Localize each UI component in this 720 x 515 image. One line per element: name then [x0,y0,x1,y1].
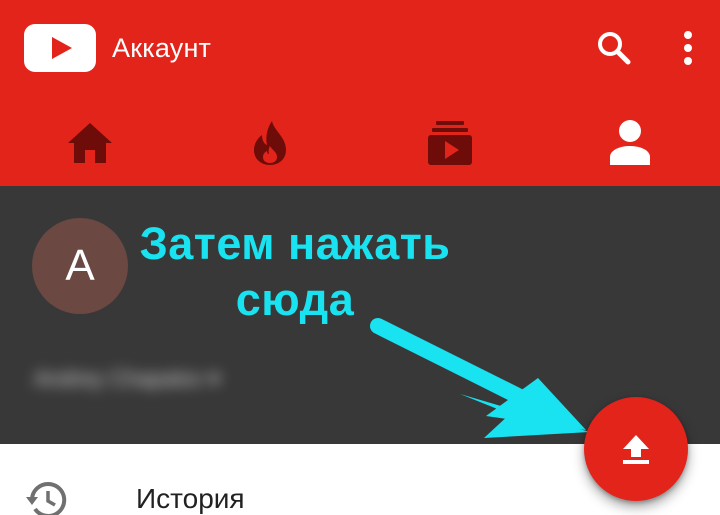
upload-button[interactable] [584,397,688,501]
annotation-arrow-icon [370,318,590,438]
subscriptions-icon [428,121,472,165]
youtube-account-screen: Аккаунт A Andrey Chapalov ▾ Затем нажать… [0,0,720,515]
tab-account[interactable] [540,100,720,186]
history-label: История [136,483,245,514]
app-bar: Аккаунт [0,0,720,186]
more-options-button[interactable] [664,24,712,72]
app-title: Аккаунт [112,33,212,63]
tab-trending[interactable] [180,100,360,186]
more-vert-icon [684,31,692,65]
youtube-logo-icon [24,24,96,72]
annotation-line-1: Затем нажать [139,218,451,269]
tab-home[interactable] [0,100,180,186]
account-name-switcher[interactable]: Andrey Chapalov ▾ [34,366,220,392]
search-button[interactable] [590,24,638,72]
toolbar: Аккаунт [0,0,720,96]
tab-bar [0,100,720,186]
tab-subscriptions[interactable] [360,100,540,186]
trending-icon [254,121,286,165]
history-icon [26,481,67,515]
home-icon [68,123,112,163]
account-icon [610,120,650,165]
search-icon [598,32,631,65]
upload-icon [623,435,649,464]
